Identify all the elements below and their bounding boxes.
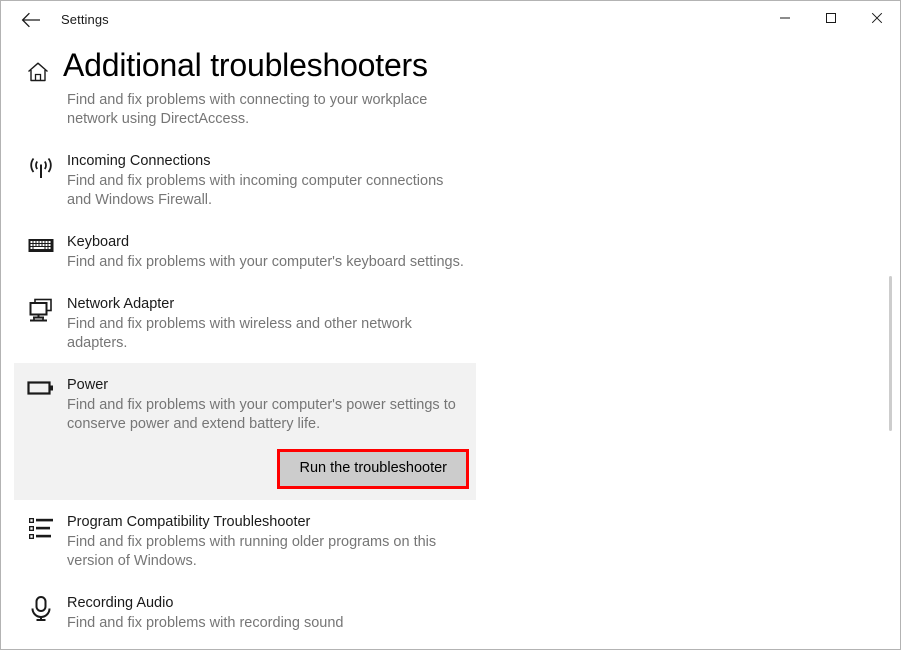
vertical-scrollbar[interactable] xyxy=(885,41,897,641)
back-button[interactable] xyxy=(9,4,53,36)
minimize-button[interactable] xyxy=(762,1,808,34)
broadcast-icon xyxy=(25,155,57,185)
power-action-row: Run the troubleshooter xyxy=(14,444,476,500)
back-arrow-icon xyxy=(21,12,40,27)
monitor-glyph-icon xyxy=(28,89,54,91)
minimize-icon xyxy=(780,17,790,18)
keyboard-glyph-icon xyxy=(28,239,54,252)
caption-button-group xyxy=(762,1,900,34)
microphone-glyph-icon xyxy=(31,596,51,621)
network-adapter-icon xyxy=(25,297,57,327)
scroll-thumb[interactable] xyxy=(889,276,892,431)
battery-glyph-icon xyxy=(27,381,53,395)
close-icon xyxy=(871,12,883,23)
list-icon xyxy=(25,516,57,546)
troubleshooter-item-incoming-connections[interactable]: Incoming Connections Find and fix proble… xyxy=(14,139,476,220)
close-button[interactable] xyxy=(854,1,900,34)
item-title: Program Compatibility Troubleshooter xyxy=(67,514,311,530)
app-title: Settings xyxy=(61,12,109,27)
keyboard-icon xyxy=(25,236,57,266)
broadcast-glyph-icon xyxy=(30,157,52,178)
troubleshooter-item-program-compatibility[interactable]: Program Compatibility Troubleshooter Fin… xyxy=(14,500,476,581)
network-adapter-glyph-icon xyxy=(29,298,52,322)
battery-icon xyxy=(25,379,57,409)
maximize-button[interactable] xyxy=(808,1,854,34)
settings-window: Settings Additional troubleshooters Find… xyxy=(0,0,901,650)
troubleshooter-item-keyboard[interactable]: Keyboard Find and fix problems with your… xyxy=(14,220,476,282)
item-description: Find and fix problems with wireless and … xyxy=(67,316,412,351)
troubleshooter-item-recording-audio[interactable]: Recording Audio Find and fix problems wi… xyxy=(14,581,476,643)
item-title: Network Adapter xyxy=(67,296,175,312)
item-description: Find and fix problems with connecting to… xyxy=(67,92,428,127)
troubleshooter-item-power[interactable]: Power Find and fix problems with your co… xyxy=(14,363,476,500)
title-bar: Settings xyxy=(1,1,900,38)
item-title: Incoming Connections xyxy=(67,153,211,169)
item-description: Find and fix problems with your computer… xyxy=(67,254,464,270)
list-glyph-icon xyxy=(29,518,53,539)
troubleshooter-item-network-adapter[interactable]: Network Adapter Find and fix problems wi… xyxy=(14,282,476,363)
item-description: Find and fix problems with recording sou… xyxy=(67,615,344,631)
troubleshooter-item-search-indexing[interactable]: Search and Indexing Find and fix problem… xyxy=(14,643,476,649)
home-icon[interactable] xyxy=(25,59,51,85)
run-troubleshooter-button[interactable]: Run the troubleshooter xyxy=(277,449,469,489)
page-title: Additional troubleshooters xyxy=(63,47,428,83)
home-glyph-icon xyxy=(28,62,48,82)
item-title: Keyboard xyxy=(67,234,130,250)
item-title: Power xyxy=(67,377,109,393)
microphone-icon xyxy=(25,595,57,625)
monitor-icon xyxy=(25,89,57,119)
item-description: Find and fix problems with incoming comp… xyxy=(67,173,444,208)
item-title: Recording Audio xyxy=(67,595,174,611)
maximize-icon xyxy=(826,12,836,23)
item-description: Find and fix problems with running older… xyxy=(67,534,437,569)
troubleshooter-item-directaccess[interactable]: Find and fix problems with connecting to… xyxy=(14,89,476,139)
troubleshooter-list: Find and fix problems with connecting to… xyxy=(1,89,881,649)
item-description: Find and fix problems with your computer… xyxy=(67,397,456,432)
